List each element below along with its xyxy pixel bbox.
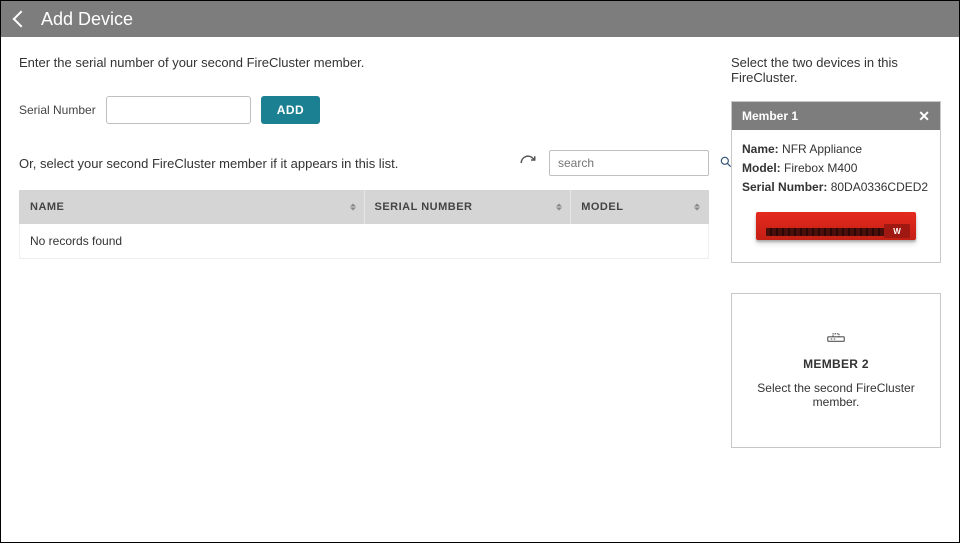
sort-icon (350, 204, 356, 211)
select-instruction: Or, select your second FireCluster membe… (19, 156, 398, 171)
member1-name-label: Name: (742, 142, 779, 156)
col-model[interactable]: MODEL (571, 190, 709, 224)
member1-header: Member 1 ✕ (732, 102, 940, 130)
member1-model-value: Firebox M400 (784, 161, 857, 175)
right-instruction: Select the two devices in this FireClust… (731, 55, 941, 85)
add-device-page: Add Device Enter the serial number of yo… (0, 0, 960, 543)
sort-icon (694, 204, 700, 211)
member1-card: Member 1 ✕ Name: NFR Appliance Model: Fi… (731, 101, 941, 263)
member1-model-label: Model: (742, 161, 781, 175)
serial-input[interactable] (106, 96, 251, 124)
serial-row: Serial Number ADD (19, 96, 709, 124)
member2-title: MEMBER 2 (744, 357, 928, 371)
close-icon[interactable]: ✕ (918, 109, 930, 123)
add-button[interactable]: ADD (261, 96, 321, 124)
serial-label: Serial Number (19, 103, 96, 117)
back-icon[interactable] (13, 11, 30, 28)
col-name-label: NAME (30, 201, 64, 213)
col-serial-label: SERIAL NUMBER (375, 201, 473, 213)
device-table: NAME SERIAL NUMBER MODEL (19, 190, 709, 259)
device-image: W (742, 208, 930, 244)
member1-title: Member 1 (742, 109, 798, 123)
select-row: Or, select your second FireCluster membe… (19, 150, 709, 176)
member1-body: Name: NFR Appliance Model: Firebox M400 … (732, 130, 940, 262)
search-input[interactable] (556, 155, 715, 171)
member1-serial-label: Serial Number: (742, 180, 827, 194)
page-title: Add Device (41, 9, 133, 30)
page-header: Add Device (1, 1, 959, 37)
enter-serial-instruction: Enter the serial number of your second F… (19, 55, 709, 70)
sort-icon (556, 204, 562, 211)
table-empty: No records found (20, 224, 709, 259)
search-controls (517, 150, 709, 176)
member1-serial-value: 80DA0336CDED2 (831, 180, 928, 194)
refresh-icon[interactable] (517, 152, 539, 174)
right-panel: Select the two devices in this FireClust… (731, 55, 941, 524)
col-model-label: MODEL (581, 201, 623, 213)
member2-card[interactable]: MEMBER 2 Select the second FireCluster m… (731, 293, 941, 448)
col-name[interactable]: NAME (20, 190, 365, 224)
member2-instruction: Select the second FireCluster member. (744, 381, 928, 409)
col-serial[interactable]: SERIAL NUMBER (364, 190, 571, 224)
search-box (549, 150, 709, 176)
page-content: Enter the serial number of your second F… (1, 37, 959, 542)
left-panel: Enter the serial number of your second F… (19, 55, 709, 524)
device-placeholder-icon (744, 332, 928, 349)
member1-name-value: NFR Appliance (782, 142, 862, 156)
